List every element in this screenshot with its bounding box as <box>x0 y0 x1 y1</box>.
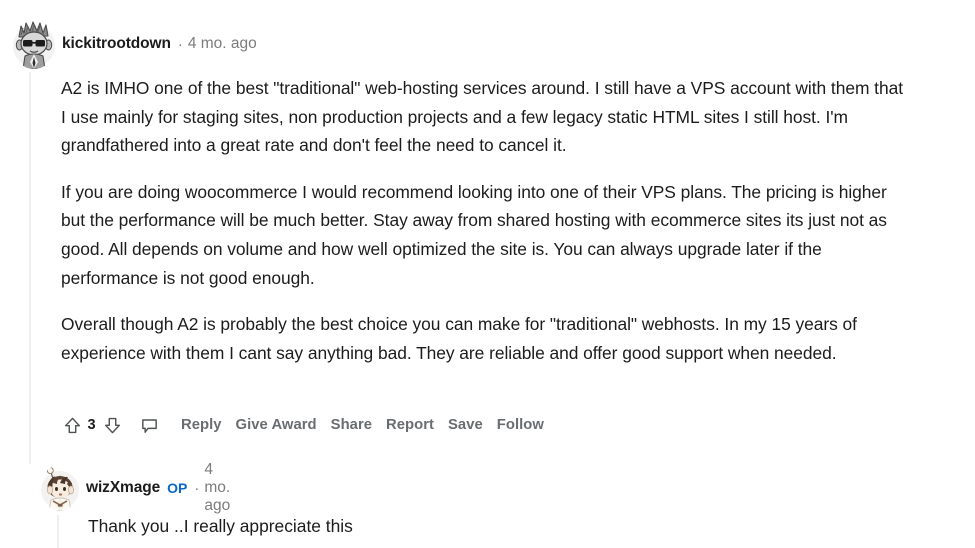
thread-collapse-line-root[interactable] <box>29 72 31 464</box>
comment-action-bar: 3 Reply Give Award Share Report Save Fol… <box>60 410 544 440</box>
comment-paragraph: Overall though A2 is probably the best c… <box>61 314 857 363</box>
meta-separator: · <box>177 35 183 53</box>
comment-author-name[interactable]: wizXmage <box>86 479 160 497</box>
upvote-arrow-icon[interactable] <box>60 413 84 437</box>
comment-body: A2 is IMHO one of the best "traditional"… <box>61 74 907 367</box>
reply-button[interactable]: Reply <box>181 417 222 433</box>
downvote-arrow-icon[interactable] <box>100 413 124 437</box>
comment-paragraph: If you are doing woocommerce I would rec… <box>61 181 887 288</box>
comment-timestamp: 4 mo. ago <box>204 461 231 514</box>
give-award-button[interactable]: Give Award <box>236 417 317 433</box>
comment-header: kickitrootdown · 4 mo. ago <box>12 19 257 69</box>
comment-bubble-icon[interactable] <box>137 413 161 437</box>
comment-header: wizXmage OP · 4 mo. ago <box>40 461 230 515</box>
share-button[interactable]: Share <box>331 417 372 433</box>
comment-paragraph: A2 is IMHO one of the best "traditional"… <box>61 78 903 156</box>
avatar-wizxmage[interactable] <box>40 465 80 511</box>
op-badge: OP <box>167 480 188 496</box>
report-button[interactable]: Report <box>386 417 434 433</box>
avatar-kickitrootdown[interactable] <box>12 19 56 69</box>
comment-timestamp: 4 mo. ago <box>187 35 257 52</box>
comment-body: Thank you ..I really appreciate this <box>88 512 908 541</box>
comment-paragraph: Thank you ..I really appreciate this <box>88 516 353 536</box>
save-button[interactable]: Save <box>448 417 483 433</box>
vote-group: 3 <box>60 413 124 437</box>
comment-author-name[interactable]: kickitrootdown <box>62 35 171 53</box>
vote-count: 3 <box>87 417 96 433</box>
comment-thread: kickitrootdown · 4 mo. ago A2 is IMHO on… <box>0 0 975 548</box>
follow-button[interactable]: Follow <box>497 417 544 433</box>
thread-collapse-line-reply[interactable] <box>57 515 59 548</box>
meta-separator: · <box>194 479 200 497</box>
